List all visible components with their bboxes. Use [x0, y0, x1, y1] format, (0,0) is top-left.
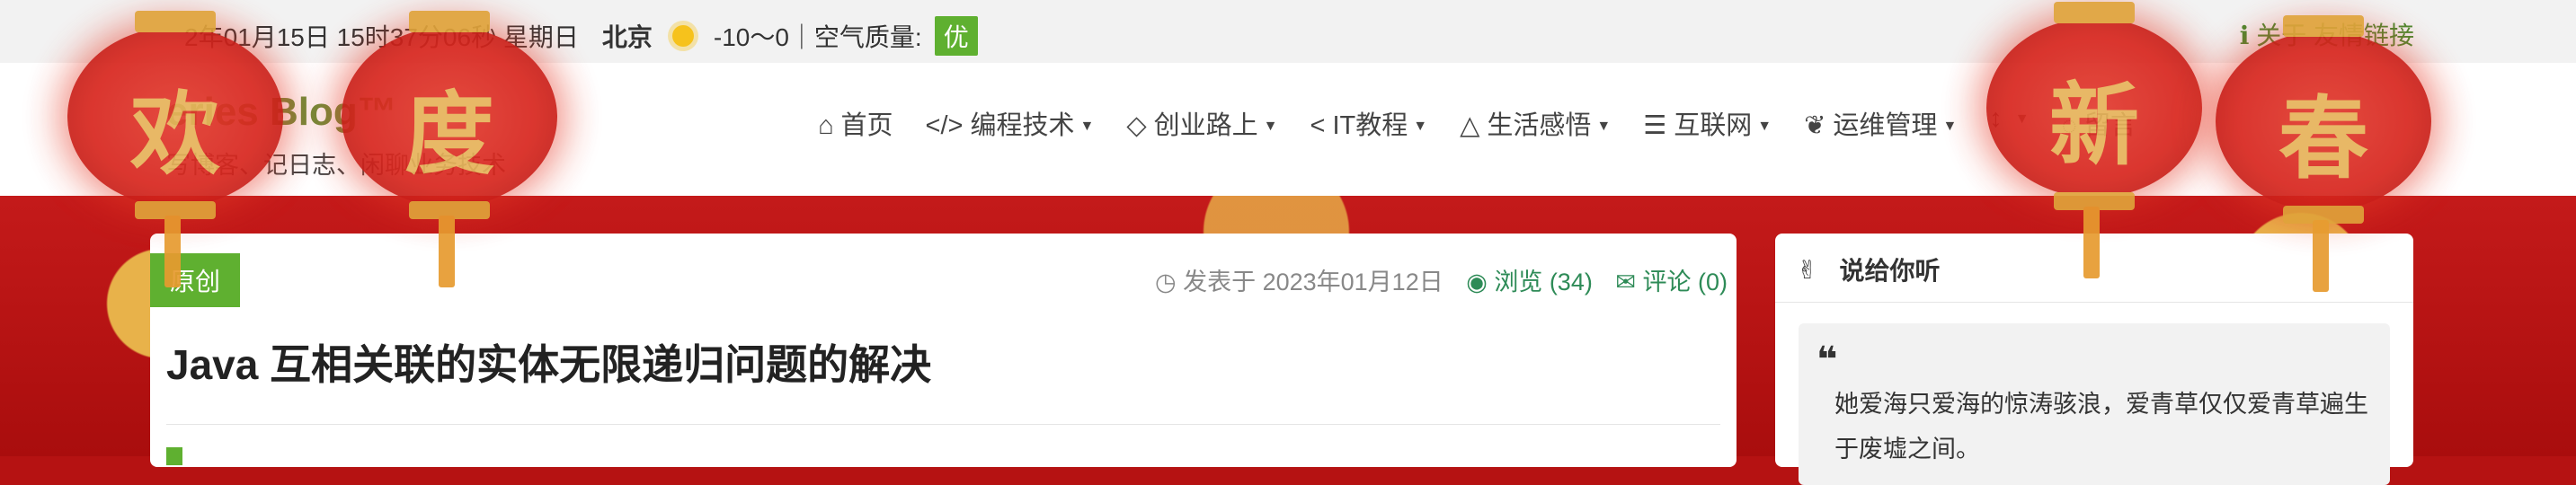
diamond-icon: ◇ [1126, 111, 1147, 140]
nav-item-ops[interactable]: ❦ 运维管理 ▼ [1804, 104, 1957, 142]
share-icon: < [1310, 111, 1326, 140]
code-icon: </> [925, 111, 964, 140]
weather-text: -10～0｜空气质量: [713, 23, 922, 51]
leaf-icon: ❦ [1804, 111, 1826, 140]
caret-down-icon: ▼ [1413, 119, 1428, 135]
aqi-badge: 优 [934, 16, 978, 56]
post-date: 发表于 2023年01月12日 [1183, 269, 1443, 295]
original-badge: 原创 [150, 253, 241, 307]
lantern-decoration: 度 [342, 11, 557, 287]
caret-down-icon: ▼ [1942, 119, 1958, 135]
post-title[interactable]: Java 互相关联的实体无限递归问题的解决 [166, 332, 931, 392]
linux-icon: △ [1460, 111, 1480, 140]
caret-down-icon: ▼ [1079, 119, 1095, 135]
nav-item-startup[interactable]: ◇ 创业路上 ▼ [1126, 104, 1277, 142]
lantern-decoration: 新 [1986, 2, 2202, 278]
post-comments[interactable]: 评论 (0) [1643, 269, 1728, 295]
city-label: 北京 [601, 23, 653, 51]
section-indicator [166, 447, 182, 465]
sun-icon [665, 18, 701, 54]
home-icon: ⌂ [818, 111, 834, 140]
lantern-decoration: 欢 [67, 11, 283, 287]
comment-icon: ✉ [1615, 269, 1636, 295]
caret-down-icon: ▼ [1757, 119, 1772, 135]
nav-item-programming[interactable]: </> 编程技术 ▼ [926, 104, 1095, 142]
nav-item-internet[interactable]: ☰ 互联网 ▼ [1643, 104, 1772, 142]
main-nav: ⌂ 首页 </> 编程技术 ▼ ◇ 创业路上 ▼ < IT教程 ▼ △ 生活感悟 ▼ ☰ 互联网 ▼ … [818, 104, 2136, 142]
caret-down-icon: ▼ [1596, 119, 1612, 135]
nav-item-it-tutorial[interactable]: < IT教程 ▼ [1310, 104, 1428, 142]
post-meta: ◷ 发表于 2023年01月12日 ◉ 浏览 (34) ✉ 评论 (0) [1155, 262, 1728, 297]
list-icon: ☰ [1643, 111, 1667, 140]
clock-icon: ◷ [1155, 269, 1177, 295]
nav-item-life[interactable]: △ 生活感悟 ▼ [1460, 104, 1611, 142]
nav-item-home[interactable]: ⌂ 首页 [818, 104, 893, 142]
post-card: 原创 ◷ 发表于 2023年01月12日 ◉ 浏览 (34) ✉ 评论 (0) … [150, 234, 1737, 467]
lantern-decoration: 春 [2216, 15, 2431, 292]
divider [1775, 302, 2413, 303]
divider [166, 424, 1720, 425]
hand-icon: ✌ [1797, 255, 1818, 284]
post-views: 浏览 (34) [1494, 269, 1593, 295]
quote-box: ❝ 她爱海只爱海的惊涛骇浪，爱青草仅仅爱青草遍生于废墟之间。 [1799, 323, 2390, 485]
eye-icon: ◉ [1466, 269, 1488, 295]
widget-heading: ✌ 说给你听 [1797, 255, 1941, 286]
quote-icon: ❝ [1817, 340, 1838, 380]
quote-text: 她爱海只爱海的惊涛骇浪，爱青草仅仅爱青草遍生于废墟之间。 [1834, 391, 2368, 463]
caret-down-icon: ▼ [1263, 119, 1278, 135]
